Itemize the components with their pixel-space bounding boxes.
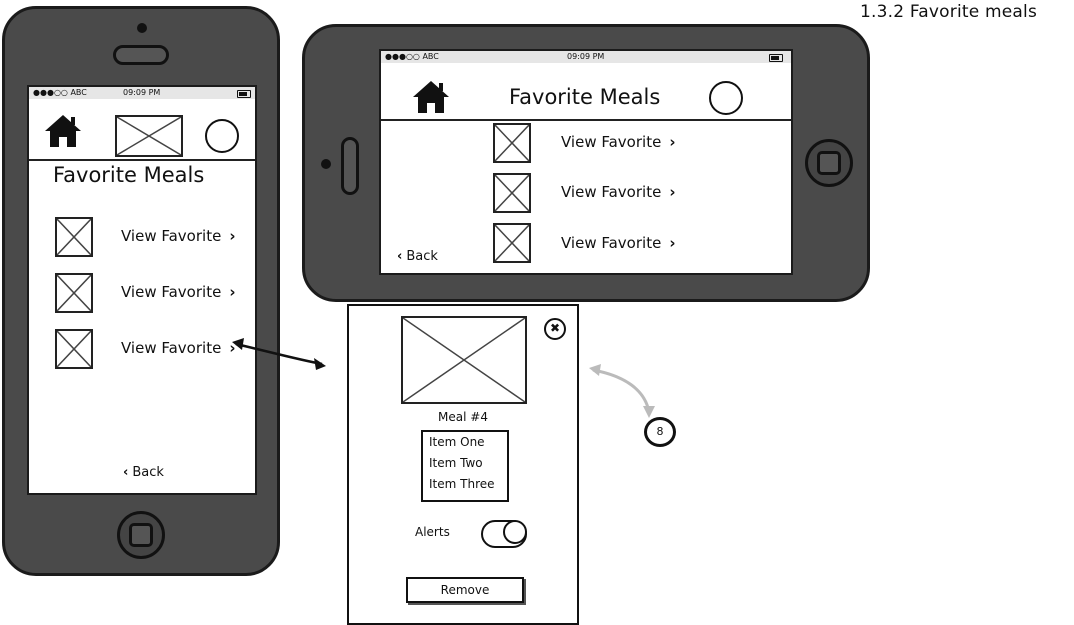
nav-divider xyxy=(381,119,791,121)
status-bar: ●●●○○ ABC 09:09 PM xyxy=(381,51,791,63)
view-favorite-label: View Favorite xyxy=(121,283,222,301)
meal-thumbnail xyxy=(55,273,93,313)
list-item[interactable]: Item Three xyxy=(423,474,507,495)
remove-button[interactable]: Remove xyxy=(406,577,524,603)
meal-thumbnail xyxy=(55,329,93,369)
chevron-right-icon: › xyxy=(229,227,236,245)
landscape-screen: ●●●○○ ABC 09:09 PM Favorite Meals View F… xyxy=(379,49,793,275)
chevron-left-icon: ‹ xyxy=(123,465,129,480)
meal-thumbnail xyxy=(493,173,531,213)
close-icon[interactable]: ✖ xyxy=(544,318,566,340)
meal-thumbnail xyxy=(55,217,93,257)
view-favorite-link[interactable]: View Favorite › xyxy=(561,183,676,201)
home-icon[interactable] xyxy=(43,113,83,149)
profile-circle-button[interactable] xyxy=(709,81,743,115)
clock-label: 09:09 PM xyxy=(123,88,161,97)
carrier-label: ●●●○○ ABC xyxy=(385,52,439,61)
chevron-left-icon: ‹ xyxy=(397,249,403,264)
view-favorite-link[interactable]: View Favorite › xyxy=(121,227,236,245)
view-favorite-label: View Favorite xyxy=(561,234,662,252)
screen-heading: Favorite Meals xyxy=(509,85,661,109)
back-label: Back xyxy=(132,465,164,480)
flow-connector xyxy=(232,338,326,370)
speaker xyxy=(113,45,169,65)
list-item[interactable]: Item Two xyxy=(423,453,507,474)
page-title: 1.3.2 Favorite meals xyxy=(860,2,1038,22)
view-favorite-link[interactable]: View Favorite › xyxy=(561,234,676,252)
meal-thumbnail xyxy=(493,123,531,163)
carrier-label: ●●●○○ ABC xyxy=(33,88,87,97)
alerts-label: Alerts xyxy=(415,525,450,539)
back-label: Back xyxy=(406,249,438,264)
meal-items-list: Item One Item Two Item Three xyxy=(421,430,509,502)
hardware-home-button[interactable] xyxy=(805,139,853,187)
screen-heading: Favorite Meals xyxy=(53,163,205,187)
view-favorite-label: View Favorite xyxy=(121,339,222,357)
view-favorite-link[interactable]: View Favorite › xyxy=(121,283,236,301)
home-icon[interactable] xyxy=(411,79,451,115)
meal-detail-modal: ✖ Meal #4 Item One Item Two Item Three A… xyxy=(347,304,579,625)
back-button[interactable]: ‹ Back xyxy=(397,249,438,264)
portrait-screen: ●●●○○ ABC 09:09 PM Favorite Meals View F… xyxy=(27,85,257,495)
front-camera xyxy=(137,23,147,33)
chevron-right-icon: › xyxy=(669,133,676,151)
view-favorite-link[interactable]: View Favorite › xyxy=(561,133,676,151)
front-camera xyxy=(321,159,331,169)
hardware-home-button[interactable] xyxy=(117,511,165,559)
battery-icon xyxy=(769,54,783,62)
chevron-right-icon: › xyxy=(669,234,676,252)
landscape-phone: ●●●○○ ABC 09:09 PM Favorite Meals View F… xyxy=(302,24,870,302)
view-favorite-label: View Favorite xyxy=(561,133,662,151)
annotation-badge: 8 xyxy=(644,417,676,447)
meal-thumbnail xyxy=(493,223,531,263)
view-favorite-label: View Favorite xyxy=(561,183,662,201)
back-button[interactable]: ‹ Back xyxy=(123,465,164,480)
logo-image-placeholder xyxy=(115,115,183,157)
list-item[interactable]: Item One xyxy=(423,432,507,453)
chevron-right-icon: › xyxy=(669,183,676,201)
meal-image-placeholder xyxy=(401,316,527,404)
view-favorite-label: View Favorite xyxy=(121,227,222,245)
alerts-toggle[interactable] xyxy=(481,520,527,548)
annotation-badge-number: 8 xyxy=(656,425,664,438)
annotation-arrow xyxy=(589,364,655,418)
meal-title: Meal #4 xyxy=(438,410,488,424)
profile-circle-button[interactable] xyxy=(205,119,239,153)
nav-divider xyxy=(29,159,255,161)
clock-label: 09:09 PM xyxy=(567,52,605,61)
view-favorite-link[interactable]: View Favorite › xyxy=(121,339,236,357)
speaker xyxy=(341,137,359,195)
status-bar: ●●●○○ ABC 09:09 PM xyxy=(29,87,255,99)
chevron-right-icon: › xyxy=(229,283,236,301)
portrait-phone: ●●●○○ ABC 09:09 PM Favorite Meals View F… xyxy=(2,6,280,576)
battery-icon xyxy=(237,90,251,98)
